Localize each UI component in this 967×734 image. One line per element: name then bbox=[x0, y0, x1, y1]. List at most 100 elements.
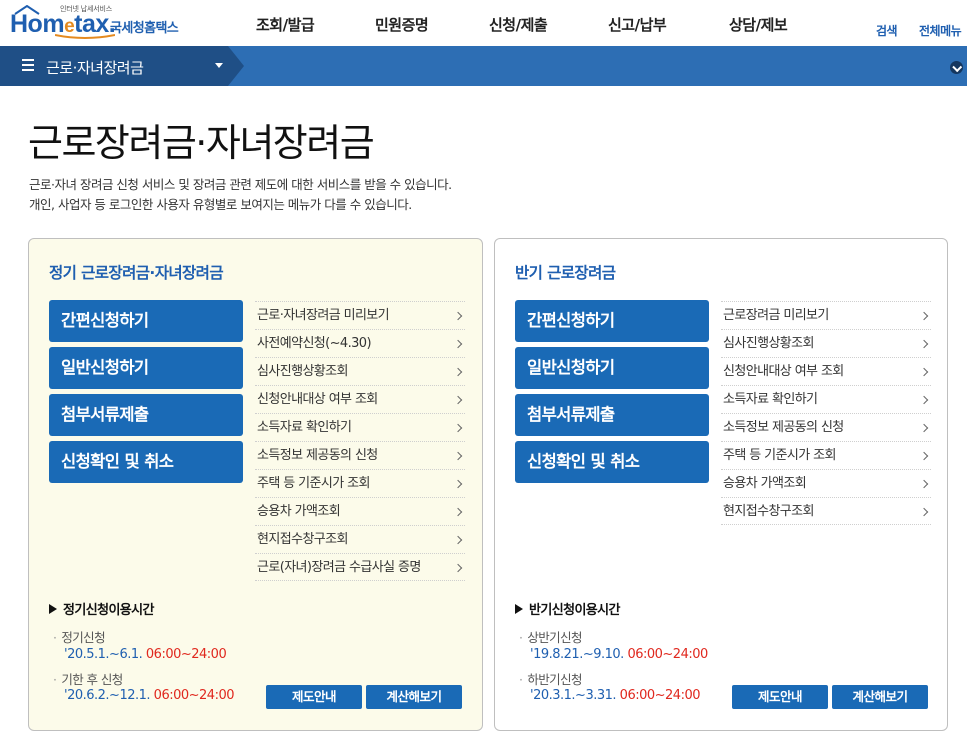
link-label: 근로장려금 미리보기 bbox=[723, 308, 829, 323]
link-label: 신청안내대상 여부 조회 bbox=[723, 364, 844, 379]
hours-time: 06:00~24:00 bbox=[627, 647, 708, 662]
menu-dropdown-label: 근로·자녀장려금 bbox=[46, 59, 144, 77]
hours-value: '19.8.21.~9.10. 06:00~24:00 bbox=[530, 647, 708, 662]
expand-chevron-icon[interactable] bbox=[950, 61, 963, 74]
hours-value: '20.6.2.~12.1. 06:00~24:00 bbox=[64, 688, 235, 703]
hours-time: 06:00~24:00 bbox=[153, 688, 235, 703]
link-local-office[interactable]: 현지접수창구조회 bbox=[255, 525, 465, 553]
nav-item-certificates[interactable]: 민원증명 bbox=[375, 14, 429, 35]
link-income-consent[interactable]: 소득정보 제공동의 신청 bbox=[255, 441, 465, 469]
hours-label: 하반기신청 bbox=[519, 669, 582, 688]
hours-time: 06:00~24:00 bbox=[145, 647, 227, 662]
chevron-right-icon bbox=[453, 395, 463, 405]
link-receipt-certificate[interactable]: 근로(자녀)장려금 수급사실 증명 bbox=[255, 553, 465, 581]
link-label: 현지접수창구조회 bbox=[723, 504, 814, 519]
chevron-right-icon bbox=[919, 395, 929, 405]
hours-label: 정기신청 bbox=[53, 627, 105, 646]
link-label: 주택 등 기준시가 조회 bbox=[257, 476, 370, 491]
caret-down-icon bbox=[215, 63, 223, 68]
submit-documents-button[interactable]: 첨부서류제출 bbox=[515, 394, 709, 436]
chevron-right-icon bbox=[919, 479, 929, 489]
chevron-right-icon bbox=[919, 423, 929, 433]
hours-title: 정기신청이용시간 bbox=[49, 599, 154, 618]
nav-item-inquiry[interactable]: 조회/발급 bbox=[256, 14, 315, 35]
search-link[interactable]: 검색 bbox=[876, 22, 898, 39]
chevron-right-icon bbox=[453, 423, 463, 433]
submit-documents-button[interactable]: 첨부서류제출 bbox=[49, 394, 243, 436]
link-list: 근로·자녀장려금 미리보기 사전예약신청(~4.30) 심사진행상황조회 신청안… bbox=[255, 301, 465, 581]
simple-apply-button[interactable]: 간편신청하기 bbox=[49, 300, 243, 342]
hours-date: '20.3.1.~3.31. bbox=[530, 688, 617, 703]
link-review-status[interactable]: 심사진행상황조회 bbox=[255, 357, 465, 385]
link-label: 신청안내대상 여부 조회 bbox=[257, 392, 378, 407]
regular-incentive-panel: 정기 근로장려금·자녀장려금 간편신청하기 일반신청하기 첨부서류제출 신청확인… bbox=[28, 238, 483, 731]
main-nav: 조회/발급 민원증명 신청/제출 신고/납부 상담/제보 bbox=[0, 14, 967, 36]
chevron-right-icon bbox=[453, 311, 463, 321]
check-cancel-button[interactable]: 신청확인 및 취소 bbox=[515, 441, 709, 483]
calculate-button[interactable]: 계산해보기 bbox=[366, 685, 462, 709]
nav-item-application[interactable]: 신청/제출 bbox=[489, 14, 548, 35]
hours-value: '20.5.1.~6.1. 06:00~24:00 bbox=[64, 647, 227, 662]
link-list: 근로장려금 미리보기 심사진행상황조회 신청안내대상 여부 조회 소득자료 확인… bbox=[721, 301, 931, 525]
link-car-value[interactable]: 승용차 가액조회 bbox=[255, 497, 465, 525]
general-apply-button[interactable]: 일반신청하기 bbox=[515, 347, 709, 389]
link-eligibility-check[interactable]: 신청안내대상 여부 조회 bbox=[255, 385, 465, 413]
link-income-check[interactable]: 소득자료 확인하기 bbox=[255, 413, 465, 441]
link-label: 사전예약신청(~4.30) bbox=[257, 336, 372, 351]
chevron-right-icon bbox=[453, 339, 463, 349]
system-guide-button[interactable]: 제도안내 bbox=[732, 685, 828, 709]
general-apply-button[interactable]: 일반신청하기 bbox=[49, 347, 243, 389]
nav-item-filing[interactable]: 신고/납부 bbox=[608, 14, 667, 35]
link-label: 근로·자녀장려금 미리보기 bbox=[257, 308, 390, 323]
link-income-check[interactable]: 소득자료 확인하기 bbox=[721, 385, 931, 413]
hamburger-icon bbox=[22, 59, 34, 71]
link-label: 소득자료 확인하기 bbox=[723, 392, 818, 407]
hours-time: 06:00~24:00 bbox=[619, 688, 701, 703]
link-label: 주택 등 기준시가 조회 bbox=[723, 448, 836, 463]
link-label: 심사진행상황조회 bbox=[723, 336, 814, 351]
chevron-right-icon bbox=[453, 507, 463, 517]
link-label: 승용차 가액조회 bbox=[257, 504, 341, 519]
nav-item-consult[interactable]: 상담/제보 bbox=[729, 14, 788, 35]
link-housing-price[interactable]: 주택 등 기준시가 조회 bbox=[721, 441, 931, 469]
chevron-right-icon bbox=[919, 367, 929, 377]
menu-dropdown[interactable]: 근로·자녀장려금 bbox=[0, 46, 244, 86]
hours-date: '20.6.2.~12.1. bbox=[64, 688, 151, 703]
chevron-right-icon bbox=[453, 479, 463, 489]
all-menu-link[interactable]: 전체메뉴 bbox=[919, 22, 962, 39]
link-label: 소득정보 제공동의 신청 bbox=[723, 420, 844, 435]
chevron-right-icon bbox=[919, 339, 929, 349]
hours-date: '20.5.1.~6.1. bbox=[64, 647, 143, 662]
semiannual-incentive-panel: 반기 근로장려금 간편신청하기 일반신청하기 첨부서류제출 신청확인 및 취소 … bbox=[494, 238, 948, 731]
link-pre-reservation[interactable]: 사전예약신청(~4.30) bbox=[255, 329, 465, 357]
link-preview[interactable]: 근로·자녀장려금 미리보기 bbox=[255, 301, 465, 329]
link-housing-price[interactable]: 주택 등 기준시가 조회 bbox=[255, 469, 465, 497]
link-review-status[interactable]: 심사진행상황조회 bbox=[721, 329, 931, 357]
calculate-button[interactable]: 계산해보기 bbox=[832, 685, 928, 709]
link-local-office[interactable]: 현지접수창구조회 bbox=[721, 497, 931, 525]
link-label: 승용차 가액조회 bbox=[723, 476, 807, 491]
simple-apply-button[interactable]: 간편신청하기 bbox=[515, 300, 709, 342]
link-label: 소득정보 제공동의 신청 bbox=[257, 448, 378, 463]
chevron-right-icon bbox=[453, 367, 463, 377]
chevron-right-icon bbox=[919, 451, 929, 461]
triangle-right-icon bbox=[49, 604, 57, 614]
chevron-right-icon bbox=[453, 563, 463, 573]
link-income-consent[interactable]: 소득정보 제공동의 신청 bbox=[721, 413, 931, 441]
triangle-right-icon bbox=[515, 604, 523, 614]
chevron-right-icon bbox=[919, 507, 929, 517]
hours-title-label: 정기신청이용시간 bbox=[63, 603, 154, 618]
link-label: 근로(자녀)장려금 수급사실 증명 bbox=[257, 560, 421, 575]
check-cancel-button[interactable]: 신청확인 및 취소 bbox=[49, 441, 243, 483]
link-preview[interactable]: 근로장려금 미리보기 bbox=[721, 301, 931, 329]
page-description-line-1: 근로·자녀 장려금 신청 서비스 및 장려금 관련 제도에 대한 서비스를 받을… bbox=[29, 177, 452, 192]
chevron-right-icon bbox=[453, 451, 463, 461]
system-guide-button[interactable]: 제도안내 bbox=[266, 685, 362, 709]
panel-title: 반기 근로장려금 bbox=[515, 264, 616, 282]
link-label: 심사진행상황조회 bbox=[257, 364, 348, 379]
link-car-value[interactable]: 승용차 가액조회 bbox=[721, 469, 931, 497]
link-eligibility-check[interactable]: 신청안내대상 여부 조회 bbox=[721, 357, 931, 385]
hours-label: 상반기신청 bbox=[519, 627, 582, 646]
hours-title: 반기신청이용시간 bbox=[515, 599, 620, 618]
top-header: 인터넷 납세서비스 Hometax. 국세청홈택스 조회/발급 민원증명 신청/… bbox=[0, 0, 967, 46]
